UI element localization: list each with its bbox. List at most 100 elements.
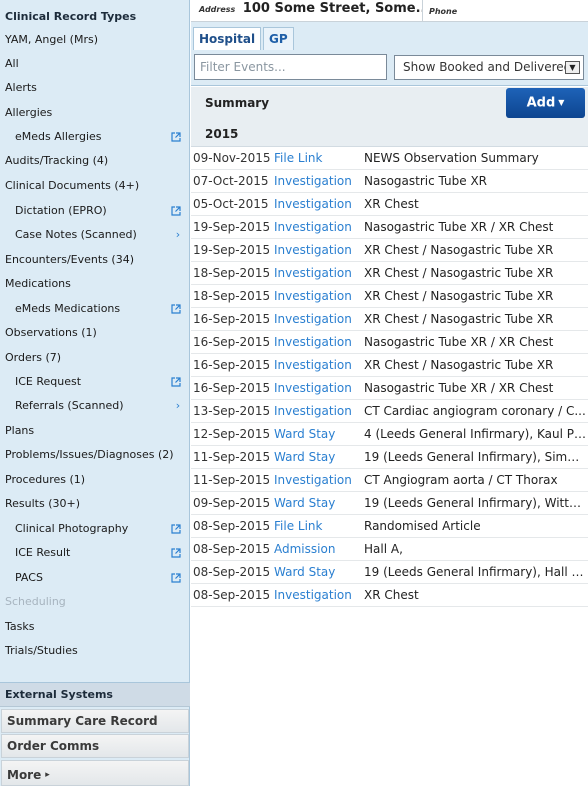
external-link-icon[interactable]: [171, 377, 181, 387]
event-type-link[interactable]: Investigation: [274, 358, 352, 372]
sidebar-item-encounters-events[interactable]: Encounters/Events (34): [5, 251, 134, 269]
event-description: 19 (Leeds General Infirmary), Witte ...: [364, 496, 586, 510]
tab-strip: Hospital GP: [191, 22, 588, 50]
event-row[interactable]: 19-Sep-2015 Investigation Nasogastric Tube…: [191, 216, 588, 239]
event-type-link[interactable]: Ward Stay: [274, 450, 335, 464]
year-label: 2015: [205, 127, 239, 141]
event-row[interactable]: 12-Sep-2015 Ward Stay 4 (Leeds General Inf…: [191, 423, 588, 446]
sidebar-item-dictation-epro[interactable]: Dictation (EPRO): [15, 202, 107, 220]
event-type-link[interactable]: Admission: [274, 542, 335, 556]
sidebar-item-audits-tracking[interactable]: Audits/Tracking (4): [5, 152, 108, 170]
events-list: 09-Nov-2015 File Link NEWS Observation Sum…: [191, 147, 588, 607]
sidebar-item-tasks[interactable]: Tasks: [5, 618, 34, 636]
event-row[interactable]: 08-Sep-2015 File Link Randomised Article: [191, 515, 588, 538]
sidebar-item-case-notes-scanned[interactable]: Case Notes (Scanned): [15, 226, 137, 244]
event-date: 16-Sep-2015: [193, 381, 271, 395]
sidebar-item-problems-issues-diagnoses[interactable]: Problems/Issues/Diagnoses (2): [5, 446, 174, 464]
event-row[interactable]: 08-Sep-2015 Admission Hall A,: [191, 538, 588, 561]
event-description: Hall A,: [364, 542, 403, 556]
event-type-link[interactable]: Investigation: [274, 266, 352, 280]
sidebar-item-emeds-medications[interactable]: eMeds Medications: [15, 300, 120, 318]
event-row[interactable]: 18-Sep-2015 Investigation XR Chest / Nasog…: [191, 285, 588, 308]
event-type-link[interactable]: Investigation: [274, 404, 352, 418]
event-date: 13-Sep-2015: [193, 404, 271, 418]
event-type-link[interactable]: Investigation: [274, 473, 352, 487]
event-row[interactable]: 08-Sep-2015 Investigation XR Chest: [191, 584, 588, 607]
external-link-icon[interactable]: [171, 548, 181, 558]
chevron-right-icon[interactable]: ›: [173, 226, 183, 244]
event-description: 4 (Leeds General Infirmary), Kaul P,...: [364, 427, 586, 441]
event-row[interactable]: 16-Sep-2015 Investigation Nasogastric Tube…: [191, 377, 588, 400]
event-date: 19-Sep-2015: [193, 243, 271, 257]
event-type-link[interactable]: Investigation: [274, 220, 352, 234]
address-value: 100 Some Street, Some...: [242, 1, 423, 16]
event-type-link[interactable]: Investigation: [274, 588, 352, 602]
event-date: 11-Sep-2015: [193, 473, 271, 487]
sidebar-item-trials-studies[interactable]: Trials/Studies: [5, 642, 78, 660]
sidebar-item-all[interactable]: All: [5, 55, 19, 73]
event-type-link[interactable]: Investigation: [274, 289, 352, 303]
event-type-link[interactable]: Investigation: [274, 174, 352, 188]
sidebar-item-alerts[interactable]: Alerts: [5, 79, 37, 97]
summary-title: Summary: [205, 96, 270, 110]
event-row[interactable]: 18-Sep-2015 Investigation XR Chest / Nasog…: [191, 262, 588, 285]
event-row[interactable]: 16-Sep-2015 Investigation XR Chest / Nasog…: [191, 354, 588, 377]
event-row[interactable]: 13-Sep-2015 Investigation CT Cardiac angio…: [191, 400, 588, 423]
external-link-icon[interactable]: [171, 304, 181, 314]
sidebar-item-clinical-documents[interactable]: Clinical Documents (4+): [5, 177, 139, 195]
event-description: XR Chest / Nasogastric Tube XR: [364, 243, 554, 257]
sidebar-item-pacs[interactable]: PACS: [15, 569, 43, 587]
event-row[interactable]: 05-Oct-2015 Investigation XR Chest: [191, 193, 588, 216]
external-link-icon[interactable]: [171, 206, 181, 216]
event-row[interactable]: 16-Sep-2015 Investigation XR Chest / Nasog…: [191, 308, 588, 331]
more-button[interactable]: More ▸: [1, 760, 189, 786]
event-type-link[interactable]: Investigation: [274, 381, 352, 395]
event-type-link[interactable]: Investigation: [274, 335, 352, 349]
show-events-select[interactable]: Show Booked and Delivered ▼: [394, 55, 584, 80]
event-type-link[interactable]: Investigation: [274, 197, 352, 211]
event-date: 18-Sep-2015: [193, 266, 271, 280]
add-button-label: Add: [526, 95, 556, 111]
add-button[interactable]: Add ▼: [506, 88, 585, 118]
summary-care-record-button[interactable]: Summary Care Record: [1, 709, 189, 733]
event-type-link[interactable]: Ward Stay: [274, 565, 335, 579]
event-row[interactable]: 19-Sep-2015 Investigation XR Chest / Nasog…: [191, 239, 588, 262]
sidebar-item-ice-request[interactable]: ICE Request: [15, 373, 81, 391]
event-type-link[interactable]: Investigation: [274, 312, 352, 326]
sidebar-item-emeds-allergies[interactable]: eMeds Allergies: [15, 128, 102, 146]
event-row[interactable]: 09-Nov-2015 File Link NEWS Observation Sum…: [191, 147, 588, 170]
sidebar-item-procedures[interactable]: Procedures (1): [5, 471, 85, 489]
sidebar-item-patient[interactable]: YAM, Angel (Mrs): [5, 31, 98, 49]
sidebar-item-observations[interactable]: Observations (1): [5, 324, 97, 342]
chevron-right-icon[interactable]: ›: [173, 397, 183, 415]
sidebar-item-ice-result[interactable]: ICE Result: [15, 544, 70, 562]
event-row[interactable]: 16-Sep-2015 Investigation Nasogastric Tube…: [191, 331, 588, 354]
event-type-link[interactable]: File Link: [274, 519, 322, 533]
event-row[interactable]: 09-Sep-2015 Ward Stay 19 (Leeds General In…: [191, 492, 588, 515]
event-row[interactable]: 11-Sep-2015 Investigation CT Angiogram aor…: [191, 469, 588, 492]
sidebar-item-referrals-scanned[interactable]: Referrals (Scanned): [15, 397, 123, 415]
event-row[interactable]: 11-Sep-2015 Ward Stay 19 (Leeds General In…: [191, 446, 588, 469]
event-row[interactable]: 08-Sep-2015 Ward Stay 19 (Leeds General In…: [191, 561, 588, 584]
filter-events-input[interactable]: [194, 54, 387, 80]
tab-gp[interactable]: GP: [263, 27, 294, 50]
tab-hospital[interactable]: Hospital: [193, 27, 262, 50]
event-type-link[interactable]: File Link: [274, 151, 322, 165]
sidebar-item-allergies[interactable]: Allergies: [5, 104, 52, 122]
sidebar-item-results[interactable]: Results (30+): [5, 495, 80, 513]
event-row[interactable]: 07-Oct-2015 Investigation Nasogastric Tube…: [191, 170, 588, 193]
sidebar-item-orders[interactable]: Orders (7): [5, 349, 61, 367]
order-comms-button[interactable]: Order Comms: [1, 734, 189, 758]
dropdown-arrow-icon[interactable]: ▼: [565, 61, 580, 74]
external-link-icon[interactable]: [171, 573, 181, 583]
event-type-link[interactable]: Ward Stay: [274, 427, 335, 441]
event-type-link[interactable]: Investigation: [274, 243, 352, 257]
sidebar-item-plans[interactable]: Plans: [5, 422, 34, 440]
patient-banner: Address 100 Some Street, Some... Phone: [191, 0, 588, 22]
sidebar-item-clinical-photography[interactable]: Clinical Photography: [15, 520, 128, 538]
external-link-icon[interactable]: [171, 132, 181, 142]
event-type-link[interactable]: Ward Stay: [274, 496, 335, 510]
caret-down-icon: ▼: [558, 98, 565, 107]
external-link-icon[interactable]: [171, 524, 181, 534]
sidebar-item-medications[interactable]: Medications: [5, 275, 71, 293]
